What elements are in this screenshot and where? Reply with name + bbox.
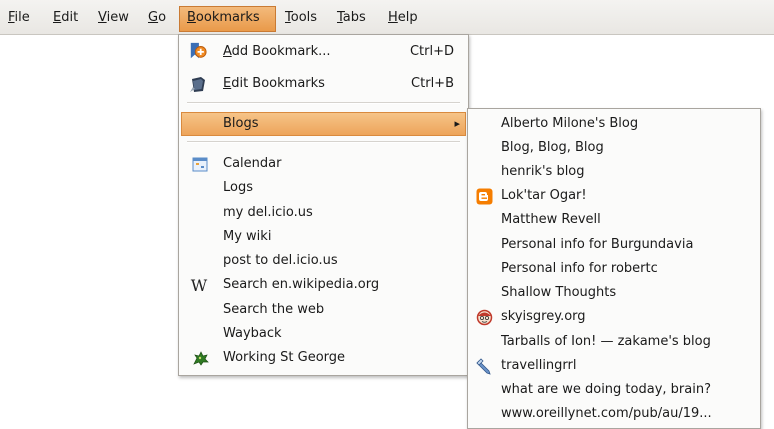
menu-file[interactable]: File — [8, 8, 30, 28]
edit-bookmarks-item[interactable]: Edit Bookmarks — [223, 73, 325, 95]
blog-item[interactable]: skyisgrey.org — [501, 306, 586, 328]
edit-bookmarks-shortcut: Ctrl+B — [411, 76, 454, 91]
add-bookmark-icon — [189, 42, 207, 60]
bookmark-post-to-delicious[interactable]: post to del.icio.us — [223, 250, 338, 272]
menu-help[interactable]: Help — [388, 8, 418, 28]
blog-item[interactable]: Lok'tar Ogar! — [501, 185, 587, 207]
blogs-submenu: Alberto Milone's Blog Blog, Blog, Blog h… — [467, 108, 761, 429]
menu-view[interactable]: View — [98, 8, 129, 28]
menu-separator — [187, 102, 460, 104]
blog-item[interactable]: Shallow Thoughts — [501, 282, 616, 304]
menu-tools[interactable]: Tools — [285, 8, 317, 28]
blog-item[interactable]: Personal info for Burgundavia — [501, 234, 693, 256]
pencil-icon — [475, 357, 493, 375]
bookmark-wayback[interactable]: Wayback — [223, 323, 282, 345]
dragon-icon — [191, 349, 209, 367]
bookmark-search-wikipedia[interactable]: Search en.wikipedia.org — [223, 274, 379, 296]
blog-item[interactable]: what are we doing today, brain? — [501, 379, 711, 401]
blogger-icon — [475, 187, 493, 205]
face-icon — [475, 308, 493, 326]
blog-item[interactable]: Blog, Blog, Blog — [501, 137, 604, 159]
edit-bookmarks-icon — [189, 75, 207, 93]
blog-item[interactable]: Tarballs of Ion! — zakame's blog — [501, 331, 711, 353]
blog-item[interactable]: henrik's blog — [501, 161, 585, 183]
blog-item[interactable]: Matthew Revell — [501, 209, 601, 231]
menu-edit[interactable]: Edit — [53, 8, 78, 28]
menu-go[interactable]: Go — [148, 8, 166, 28]
blog-item[interactable]: Personal info for robertc — [501, 258, 658, 280]
menubar: File Edit View Go Bookmarks Tools Tabs H… — [0, 0, 774, 35]
calendar-icon — [191, 155, 209, 173]
menu-separator — [187, 141, 460, 143]
blog-item[interactable]: Alberto Milone's Blog — [501, 113, 638, 135]
add-bookmark-item[interactable]: Add Bookmark... — [223, 41, 331, 63]
menu-tabs[interactable]: Tabs — [337, 8, 366, 28]
bookmark-logs[interactable]: Logs — [223, 177, 253, 199]
blogs-item[interactable]: Blogs — [223, 113, 259, 135]
menu-bookmarks[interactable]: Bookmarks — [187, 8, 260, 28]
bookmark-my-wiki[interactable]: My wiki — [223, 226, 271, 248]
bookmark-my-delicious[interactable]: my del.icio.us — [223, 202, 313, 224]
bookmarks-menu: Add Bookmark... Ctrl+D Edit Bookmarks Ct… — [178, 34, 469, 376]
add-bookmark-shortcut: Ctrl+D — [409, 44, 454, 59]
bookmark-search-web[interactable]: Search the web — [223, 299, 324, 321]
bookmark-calendar[interactable]: Calendar — [223, 153, 281, 175]
bookmark-working-st-george[interactable]: Working St George — [223, 347, 345, 369]
blog-item[interactable]: www.oreillynet.com/pub/au/19... — [501, 403, 712, 425]
submenu-arrow-icon: ▸ — [454, 117, 460, 130]
blog-item[interactable]: travellingrrl — [501, 355, 577, 377]
wikipedia-icon: W — [190, 275, 208, 295]
